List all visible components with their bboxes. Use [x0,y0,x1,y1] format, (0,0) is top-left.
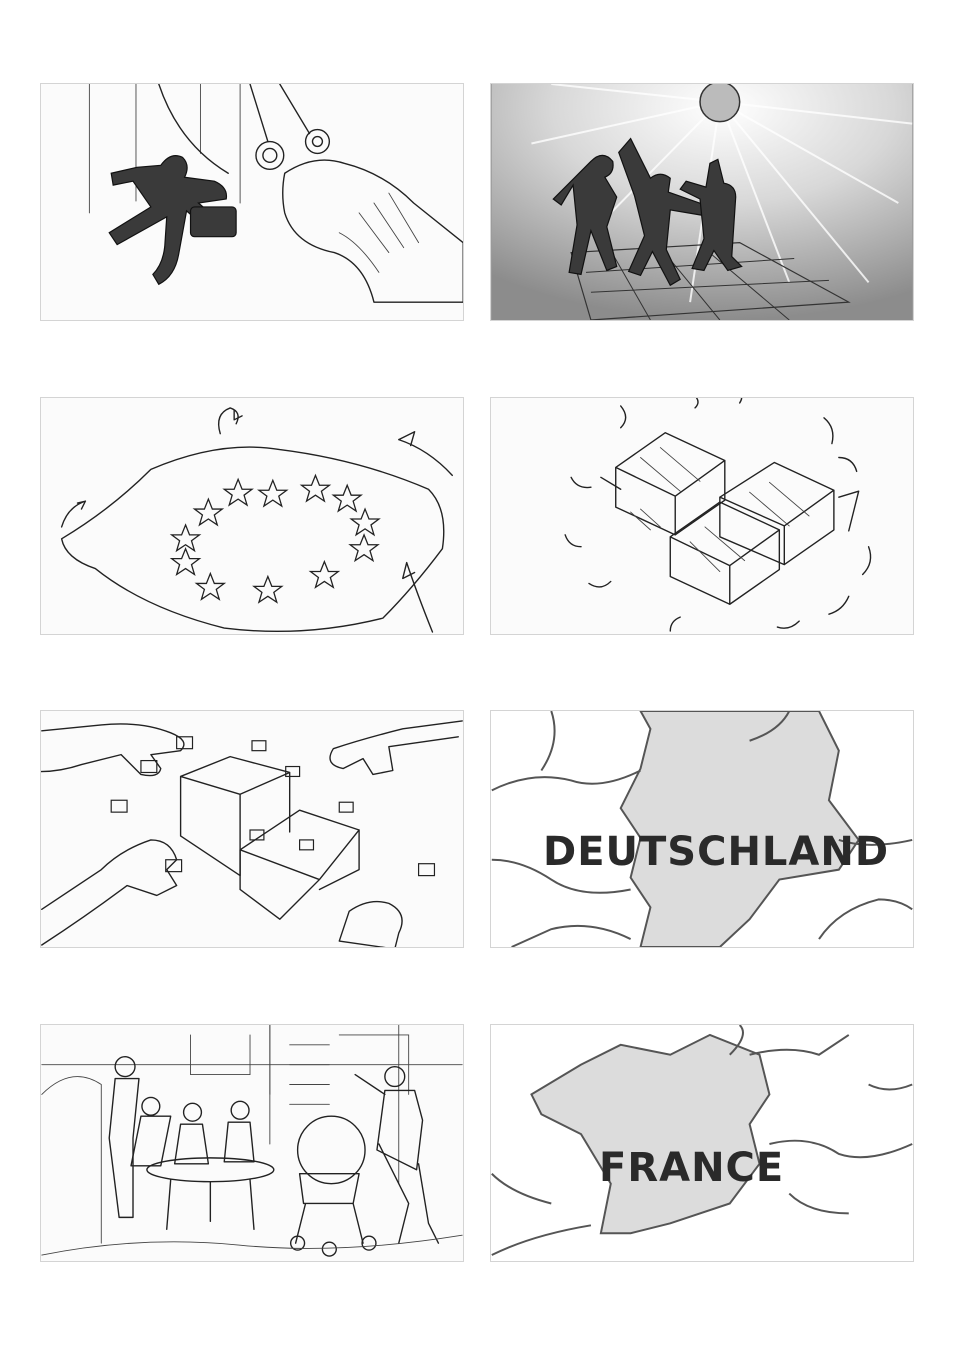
storyboard-panel-3 [40,397,464,635]
storyboard-panel-7 [40,1024,464,1262]
disco-ball-icon [699,84,741,123]
arrow-icon [60,500,87,528]
hands-folders-sketch [41,720,463,947]
storyboard-panel-1 [40,83,464,321]
motion-lines [564,398,872,632]
storyboard-panel-8: FRANCE [490,1024,914,1262]
storyboard-panel-6: DEUTSCHLAND [490,710,914,948]
eu-flag-sketch [60,407,453,633]
family-cafe-sketch [41,1025,463,1257]
storyboard-panel-5 [40,710,464,948]
puppet-scissors-sketch [88,84,463,303]
folded-boxes-sketch [564,398,872,632]
storyboard-panel-2 [490,83,914,321]
arrow-icon [217,407,243,435]
map-label-germany: DEUTSCHLAND [543,829,890,875]
eu-stars [169,473,381,604]
folder-icons [110,736,436,877]
disco-dancers-sketch [491,84,913,320]
map-label-france: FRANCE [599,1145,785,1191]
storyboard-panel-4 [490,397,914,635]
arrow-icon [398,431,453,477]
france-map [491,1025,913,1256]
arrow-icon [402,561,434,633]
